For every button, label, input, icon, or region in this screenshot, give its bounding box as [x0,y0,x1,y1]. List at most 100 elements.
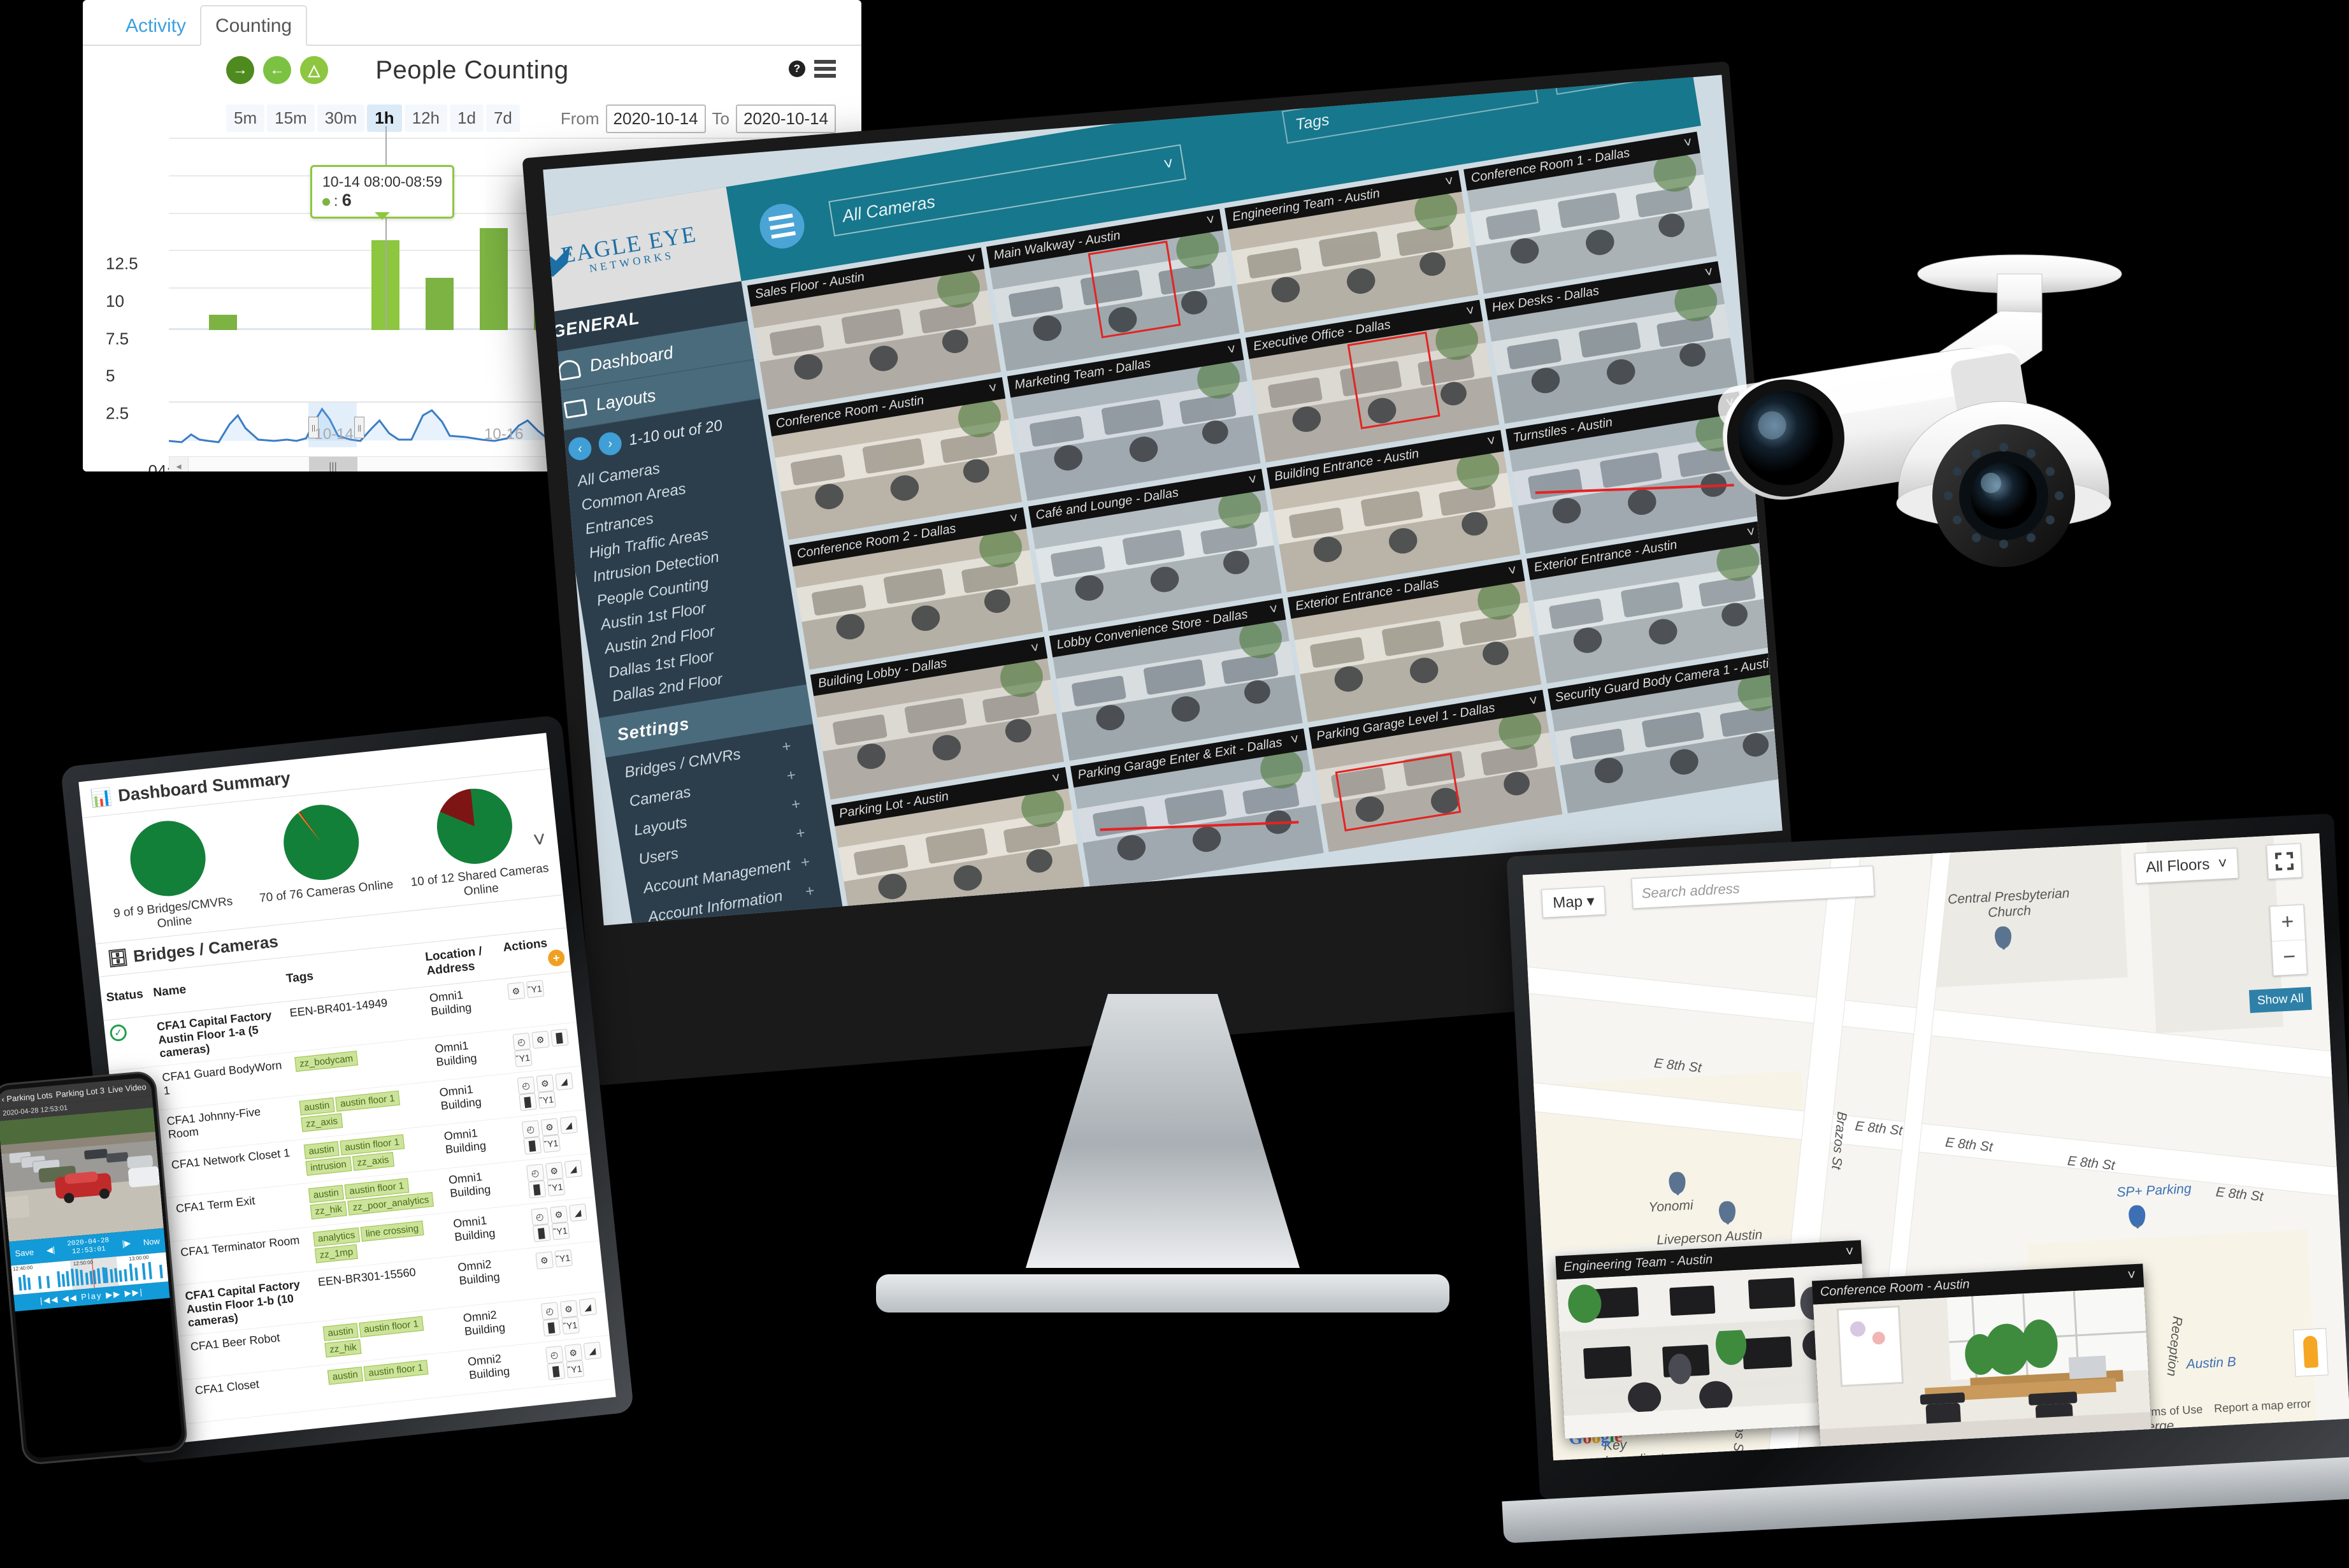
tag-chip[interactable]: zz_bodycam [294,1051,358,1072]
scroll-left-arrow[interactable]: ◂ [169,457,189,471]
chevron-down-icon[interactable]: ˅ [988,380,998,398]
scroll-thumb[interactable]: ||| [309,457,357,471]
expand-icon[interactable]: + [800,853,811,872]
street-view-pegman-icon[interactable] [2293,1328,2329,1377]
gear-action-button[interactable]: ⚙ [507,982,526,1000]
add-button[interactable]: + [547,949,566,967]
map-camera-popup[interactable]: Conference Room - Austin ˅ [1812,1263,2152,1460]
column-header[interactable]: Location / Address [419,935,501,987]
tag-chip[interactable]: austin [322,1323,358,1341]
chart-action-button[interactable]: █ [542,1318,561,1337]
clock-action-button[interactable]: ◴ [521,1120,540,1139]
map-type-button[interactable]: Map ▾ [1541,886,1606,918]
chevron-down-icon[interactable]: ˅ [1247,471,1258,489]
trash-action-button[interactable]: Ὕ1 [514,1049,533,1067]
fullscreen-icon[interactable] [2266,843,2302,879]
chevron-down-icon[interactable]: ˅ [1009,510,1019,528]
gear-action-button[interactable]: ⚙ [531,1030,550,1049]
trash-action-button[interactable]: Ὕ1 [566,1360,584,1378]
trash-action-button[interactable]: Ὕ1 [561,1316,580,1335]
chevron-down-icon[interactable]: ˅ [1051,769,1061,787]
live-video-button[interactable]: Live Video [108,1082,147,1095]
tag-chip[interactable]: austin floor 1 [363,1360,428,1381]
chevron-down-icon[interactable]: ˅ [1226,341,1237,359]
chevron-down-icon[interactable]: ˅ [1289,730,1300,748]
skip-start-button[interactable]: |◀◀ [40,1295,59,1306]
step-back-button[interactable]: ◀| [46,1245,55,1256]
timeline-event[interactable] [62,1274,66,1288]
save-button[interactable]: Save [15,1247,34,1258]
clock-action-button[interactable]: ◴ [531,1207,549,1226]
clock-action-button[interactable]: ◴ [517,1076,535,1095]
gear-action-button[interactable]: ⚙ [536,1074,554,1093]
prev-page-icon[interactable]: ‹ [567,436,593,462]
tag-chip[interactable]: zz_hik [310,1201,347,1219]
expand-icon[interactable]: + [794,824,806,844]
chevron-down-icon[interactable]: ˅ [1205,211,1216,229]
chart-action-button[interactable]: █ [532,1224,550,1242]
map-pin-parking[interactable] [2128,1205,2146,1227]
tag-chip[interactable]: intrusion [305,1156,352,1176]
timeline-event[interactable] [119,1270,123,1282]
clock-action-button[interactable]: ◴ [512,1032,531,1051]
tag-chip[interactable]: austin [303,1141,339,1160]
navigator-handle-right[interactable]: || [354,417,364,438]
chart-bar[interactable] [426,278,454,330]
chevron-down-icon[interactable]: ˅ [1444,173,1455,191]
column-header[interactable]: Status [99,972,150,1021]
zoom-out-button[interactable]: − [2272,939,2307,975]
tag-chip[interactable]: zz_1mp [315,1244,359,1263]
tag-chip[interactable]: line crossing [361,1220,424,1241]
address-search-input[interactable]: Search address [1631,866,1874,909]
chevron-down-icon[interactable]: ˅ [1268,601,1279,619]
timeline-event[interactable] [38,1276,42,1289]
rewind-button[interactable]: ◀◀ [62,1293,78,1304]
timeline-event[interactable] [47,1276,50,1288]
play-button[interactable]: Play [81,1291,103,1302]
chart-action-button[interactable]: █ [550,1028,569,1047]
chart-bar[interactable] [209,315,237,330]
timeline-event[interactable] [66,1271,70,1287]
expand-icon[interactable]: + [804,882,815,902]
gear-action-button[interactable]: ⚙ [550,1205,568,1224]
gear-action-button[interactable]: ⚙ [564,1343,582,1362]
tag-chip[interactable]: zz_hik [324,1339,362,1358]
timeline-event[interactable] [27,1277,31,1290]
trash-action-button[interactable]: Ὕ1 [538,1091,556,1109]
trash-action-button[interactable]: Ὕ1 [551,1222,570,1241]
fast-forward-button[interactable]: ▶▶ [105,1289,121,1300]
tag-chip[interactable]: zz_axis [352,1152,394,1171]
help-icon[interactable]: ? [789,61,805,77]
tag-chip[interactable]: austin floor 1 [359,1316,424,1337]
collapse-chevron-icon[interactable]: ˅ [532,827,547,853]
tag-chip[interactable]: austin floor 1 [340,1134,405,1155]
clock-action-button[interactable]: ◴ [526,1163,545,1182]
show-all-button[interactable]: Show All [2249,987,2312,1013]
step-forward-button[interactable]: |▶ [122,1238,131,1249]
clock-action-button[interactable]: ◴ [545,1346,564,1364]
chevron-down-icon[interactable]: ˅ [1528,692,1539,710]
tag-chip[interactable]: zz_axis [301,1113,343,1132]
chart-action-button[interactable]: █ [523,1136,542,1154]
floor-select[interactable]: All Floors ˅ [2134,848,2239,884]
tag-chip[interactable]: austin floor 1 [335,1090,400,1111]
chart-action-button[interactable]: █ [528,1180,546,1198]
now-button[interactable]: Now [143,1236,160,1247]
trash-action-button[interactable]: Ὕ1 [554,1249,573,1267]
gear-action-button[interactable]: ⚙ [545,1162,563,1180]
chart-action-button[interactable]: █ [547,1362,565,1380]
timeline-event[interactable] [148,1262,152,1279]
tag-chip[interactable]: austin [308,1184,344,1203]
gear-action-button[interactable]: ⚙ [535,1251,554,1269]
timeline-event[interactable] [23,1275,27,1291]
flag-action-button[interactable]: ◢ [583,1341,601,1360]
chevron-down-icon[interactable]: ˅ [1030,639,1040,657]
tab-activity[interactable]: Activity [111,6,200,45]
zoom-in-button[interactable]: + [2270,905,2305,941]
column-header[interactable]: Actions + [497,928,571,979]
timeline-event[interactable] [57,1271,61,1287]
next-page-icon[interactable]: › [597,431,623,457]
timeline-event[interactable] [159,1265,163,1279]
flag-action-button[interactable]: ◢ [564,1160,582,1178]
chevron-down-icon[interactable]: ˅ [966,250,977,268]
